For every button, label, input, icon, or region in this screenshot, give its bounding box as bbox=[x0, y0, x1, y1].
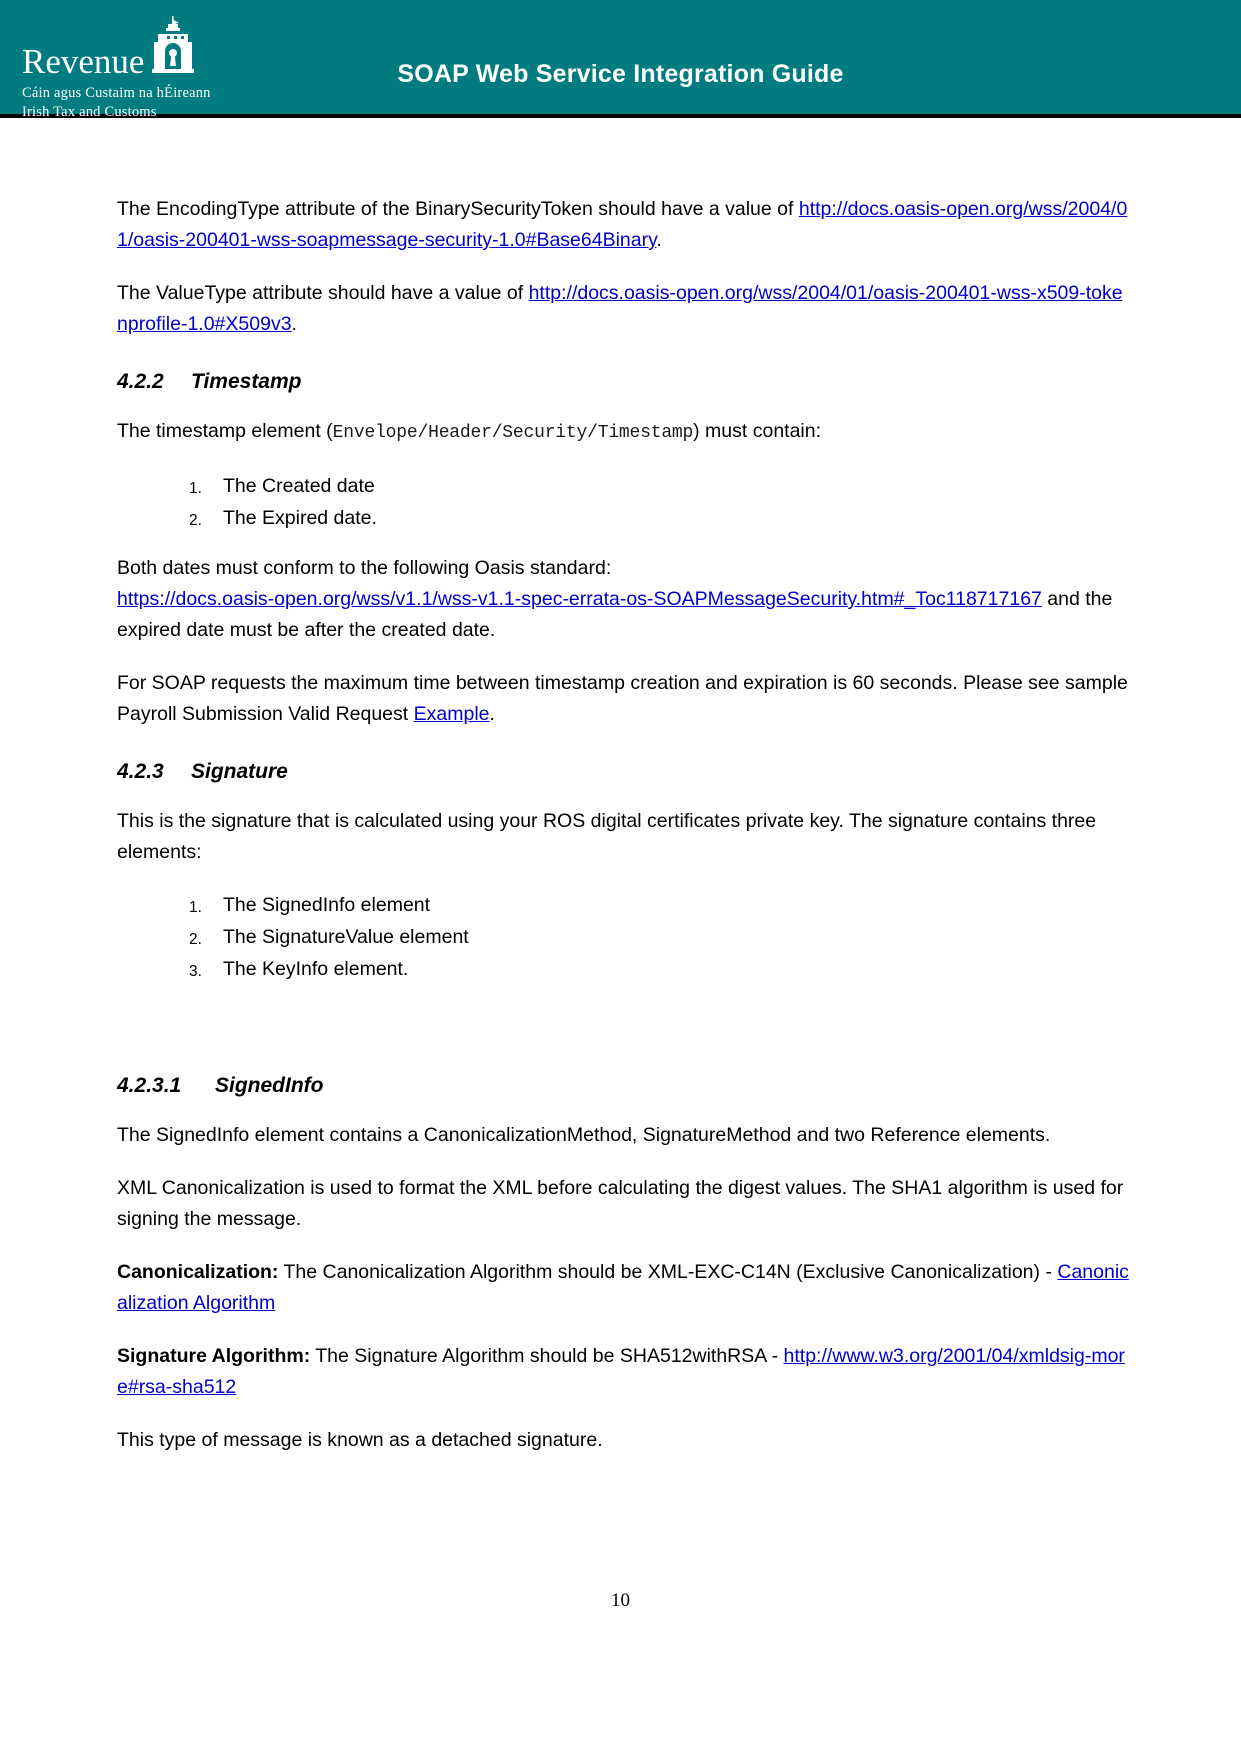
page-number: 10 bbox=[611, 1590, 630, 1611]
heading-4-2-2-timestamp: 4.2.2 Timestamp bbox=[117, 362, 1131, 394]
document-body: The EncodingType attribute of the Binary… bbox=[0, 118, 1241, 1478]
heading-4-2-3-1-signedinfo: 4.2.3.1 SignedInfo bbox=[117, 1066, 1131, 1098]
canonicalization-text: The Canonicalization Algorithm should be… bbox=[278, 1261, 1058, 1283]
heading-text: Signature bbox=[191, 760, 288, 783]
signature-elements-list: The SignedInfo element The SignatureValu… bbox=[117, 890, 1131, 987]
list-item: The Expired date. bbox=[189, 506, 377, 536]
page-header: Revenue Cáin agus Custaim na hÉireann Ir… bbox=[0, 0, 1241, 120]
paragraph-oasis-standard: Both dates must conform to the following… bbox=[117, 553, 1131, 646]
logo-top-row: Revenue bbox=[22, 16, 222, 80]
paragraph-signature-intro: This is the signature that is calculated… bbox=[117, 810, 1097, 863]
paragraph-timestamp-element: The timestamp element (Envelope/Header/S… bbox=[117, 416, 1131, 449]
oasis-standard-link[interactable]: https://docs.oasis-open.org/wss/v1.1/wss… bbox=[117, 588, 1042, 610]
paragraph-detached-signature: This type of message is known as a detac… bbox=[117, 1429, 603, 1451]
signature-algorithm-label: Signature Algorithm: bbox=[117, 1345, 311, 1367]
heading-number: 4.2.3.1 bbox=[117, 1074, 182, 1097]
encoding-type-text-after: . bbox=[656, 229, 662, 251]
vertical-spacer bbox=[117, 1004, 1131, 1066]
list-item: The SignatureValue element bbox=[189, 925, 469, 955]
signature-algorithm-text: The Signature Algorithm should be SHA512… bbox=[310, 1345, 784, 1367]
logo-subtitle-irish: Cáin agus Custaim na hÉireann bbox=[22, 85, 211, 101]
max-time-line1: For SOAP requests the maximum time betwe… bbox=[117, 672, 958, 694]
revenue-castle-gateway-icon bbox=[152, 16, 195, 78]
heading-4-2-3-signature: 4.2.3 Signature bbox=[117, 752, 1131, 784]
paragraph-encoding-type: The EncodingType attribute of the Binary… bbox=[117, 194, 1131, 256]
logo-wordmark: Revenue bbox=[22, 42, 145, 81]
heading-text: SignedInfo bbox=[215, 1074, 324, 1097]
list-item: The SignedInfo element bbox=[189, 893, 431, 923]
payroll-example-link[interactable]: Example bbox=[414, 703, 490, 725]
heading-number: 4.2.2 bbox=[117, 370, 164, 393]
value-type-text-before: The ValueType attribute should have a va… bbox=[117, 282, 529, 304]
list-item: The Created date bbox=[189, 474, 375, 504]
paragraph-canonicalization: Canonicalization: The Canonicalization A… bbox=[117, 1257, 1131, 1319]
paragraph-value-type: The ValueType attribute should have a va… bbox=[117, 278, 1131, 340]
paragraph-signedinfo: The SignedInfo element contains a Canoni… bbox=[117, 1124, 1051, 1146]
heading-text: Timestamp bbox=[191, 370, 302, 393]
encoding-type-text-before: The EncodingType attribute of the Binary… bbox=[117, 198, 799, 220]
timestamp-element-before: The timestamp element ( bbox=[117, 420, 333, 442]
header-title-text: SOAP Web Service Integration Guide bbox=[397, 59, 844, 88]
paragraph-signature-algorithm: Signature Algorithm: The Signature Algor… bbox=[117, 1341, 1131, 1403]
value-type-text-after: . bbox=[291, 313, 297, 335]
list-item: The KeyInfo element. bbox=[189, 957, 409, 987]
revenue-logo: Revenue Cáin agus Custaim na hÉireann Ir… bbox=[22, 16, 222, 120]
timestamp-element-after: ) must contain: bbox=[693, 420, 822, 442]
heading-number: 4.2.3 bbox=[117, 760, 164, 783]
timestamp-xpath-code: Envelope/Header/Security/Timestamp bbox=[332, 423, 694, 443]
oasis-standard-line1: Both dates must conform to the following… bbox=[117, 557, 612, 579]
timestamp-requirements-list: The Created date The Expired date. bbox=[117, 471, 1131, 536]
max-time-line2-after: . bbox=[489, 703, 495, 725]
logo-subtitles: Cáin agus Custaim na hÉireann Irish Tax … bbox=[22, 84, 222, 122]
paragraph-max-time: For SOAP requests the maximum time betwe… bbox=[117, 668, 1131, 730]
canonicalization-label: Canonicalization: bbox=[117, 1261, 279, 1283]
paragraph-xml-canonicalization: XML Canonicalization is used to format t… bbox=[117, 1177, 1124, 1230]
